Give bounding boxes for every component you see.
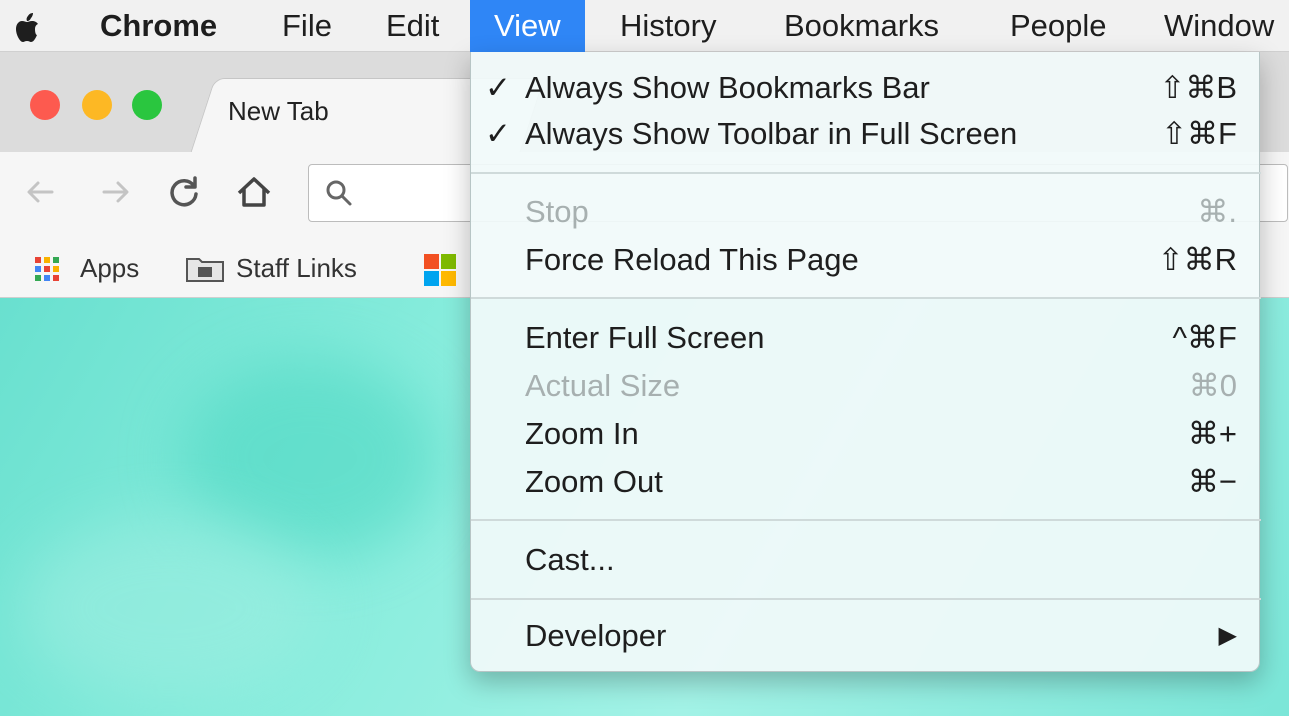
menu-separator (471, 172, 1261, 174)
menu-item-enter-full-screen[interactable]: Enter Full Screen ^⌘F (471, 314, 1261, 362)
shortcut-label: ^⌘F (1172, 320, 1237, 355)
menu-item-always-show-toolbar[interactable]: ✓ Always Show Toolbar in Full Screen ⇧⌘F (471, 110, 1261, 158)
shortcut-label: ⇧⌘R (1157, 242, 1237, 277)
close-window-button[interactable] (30, 90, 60, 120)
menu-history[interactable]: History (620, 0, 716, 52)
bookmark-staff-links[interactable]: Staff Links (236, 242, 357, 294)
menu-item-zoom-out[interactable]: Zoom Out ⌘− (471, 458, 1261, 506)
menu-window[interactable]: Window (1164, 0, 1274, 52)
home-icon[interactable] (234, 172, 274, 212)
shortcut-label: ⇧⌘F (1161, 116, 1237, 151)
menu-item-force-reload[interactable]: Force Reload This Page ⇧⌘R (471, 236, 1261, 284)
folder-icon (186, 258, 224, 282)
back-arrow-icon[interactable] (20, 172, 60, 212)
reload-icon[interactable] (164, 172, 204, 212)
menu-separator (471, 519, 1261, 521)
shortcut-label: ⌘+ (1187, 416, 1237, 451)
menu-item-cast[interactable]: Cast... (471, 536, 1261, 584)
menu-edit[interactable]: Edit (386, 0, 439, 52)
search-icon (326, 180, 352, 206)
menu-separator (471, 297, 1261, 299)
tab-title: New Tab (228, 96, 329, 126)
menu-people[interactable]: People (1010, 0, 1107, 52)
shortcut-label: ⌘. (1197, 194, 1237, 229)
menu-item-zoom-in[interactable]: Zoom In ⌘+ (471, 410, 1261, 458)
shortcut-label: ⇧⌘B (1159, 70, 1237, 105)
menu-separator (471, 598, 1261, 600)
checkmark-icon: ✓ (485, 70, 511, 105)
menu-chrome[interactable]: Chrome (100, 0, 217, 52)
bookmark-apps[interactable]: Apps (80, 242, 139, 294)
microsoft-logo-icon[interactable] (424, 254, 456, 286)
minimize-window-button[interactable] (82, 90, 112, 120)
menu-item-stop: Stop ⌘. (471, 188, 1261, 236)
menu-item-developer[interactable]: Developer ▶ (471, 612, 1261, 660)
shortcut-label: ⌘0 (1188, 368, 1237, 403)
apple-logo-icon[interactable] (8, 8, 48, 48)
macos-menu-bar: Chrome File Edit View History Bookmarks … (0, 0, 1289, 52)
checkmark-icon: ✓ (485, 116, 511, 151)
view-menu-dropdown: ✓ Always Show Bookmarks Bar ⇧⌘B ✓ Always… (470, 52, 1261, 672)
shortcut-label: ⌘− (1187, 464, 1237, 499)
menu-file[interactable]: File (282, 0, 332, 52)
menu-item-always-show-bookmarks-bar[interactable]: ✓ Always Show Bookmarks Bar ⇧⌘B (471, 64, 1261, 112)
zoom-window-button[interactable] (132, 90, 162, 120)
apps-grid-icon (35, 257, 59, 281)
forward-arrow-icon[interactable] (96, 172, 136, 212)
submenu-arrow-icon: ▶ (1218, 622, 1237, 649)
menu-view[interactable]: View (470, 0, 585, 52)
menu-item-actual-size: Actual Size ⌘0 (471, 362, 1261, 410)
menu-bookmarks[interactable]: Bookmarks (784, 0, 939, 52)
